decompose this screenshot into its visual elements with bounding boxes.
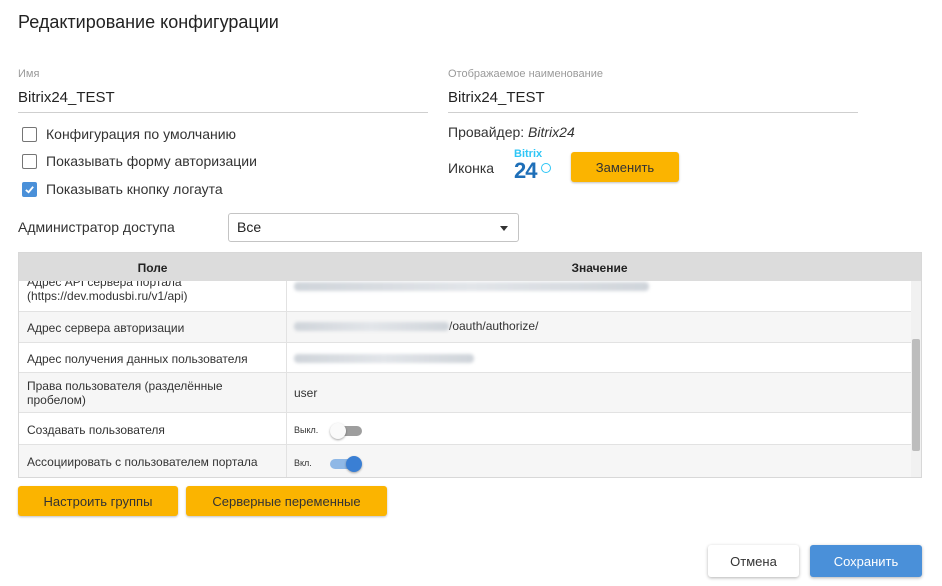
clock-icon xyxy=(541,163,551,173)
name-input[interactable]: Bitrix24_TEST xyxy=(18,89,428,113)
cell-value[interactable] xyxy=(294,351,474,365)
checkbox-show-logout-label: Показывать кнопку логаута xyxy=(46,181,223,197)
header-field[interactable]: Поле xyxy=(19,261,286,275)
table-row[interactable]: Права пользователя (разделённые пробелом… xyxy=(19,373,913,413)
toggle-state-label: Выкл. xyxy=(294,425,319,435)
associate-user-toggle[interactable] xyxy=(330,456,362,472)
logo-text-24: 24 xyxy=(514,158,538,183)
chevron-down-icon xyxy=(500,226,508,231)
name-label: Имя xyxy=(18,68,40,80)
scrollbar-thumb[interactable] xyxy=(912,339,920,451)
checkbox-default-config[interactable]: Конфигурация по умолчанию xyxy=(22,126,236,142)
checkbox-icon[interactable] xyxy=(22,153,37,169)
cell-field: Создавать пользователя xyxy=(27,423,165,437)
checkbox-show-logout[interactable]: Показывать кнопку логаута xyxy=(22,181,223,197)
table-row[interactable]: Адрес API сервера портала (https://dev.m… xyxy=(19,281,913,312)
cell-value[interactable]: user xyxy=(294,386,317,400)
table-row[interactable]: Создавать пользователя Выкл. xyxy=(19,413,913,445)
checkbox-icon[interactable] xyxy=(22,126,37,142)
cell-field: Адрес сервера авторизации xyxy=(27,321,185,335)
grid-header: Поле Значение xyxy=(19,253,921,281)
toggle-knob xyxy=(330,423,346,439)
dialog-title: Редактирование конфигурации xyxy=(18,12,279,32)
admin-select[interactable]: Все xyxy=(228,213,519,242)
toggle-knob xyxy=(346,456,362,472)
table-row[interactable]: Ассоциировать с пользователем портала Вк… xyxy=(19,445,913,477)
display-name-label: Отображаемое наименование xyxy=(448,68,603,80)
bitrix24-logo-icon: Bitrix 24 xyxy=(510,148,554,184)
header-value[interactable]: Значение xyxy=(286,261,913,275)
cell-value[interactable]: /oauth/authorize/ xyxy=(294,319,538,333)
cell-value[interactable] xyxy=(294,281,649,293)
cell-field: Адрес API сервера портала (https://dev.m… xyxy=(27,281,188,303)
settings-grid: Поле Значение Адрес API сервера портала … xyxy=(18,252,922,478)
toggle-state-label: Вкл. xyxy=(294,458,312,468)
cell-field: Ассоциировать с пользователем портала xyxy=(27,455,258,469)
table-row[interactable]: Адрес получения данных пользователя xyxy=(19,343,913,373)
cancel-button[interactable]: Отмена xyxy=(708,545,799,577)
admin-label: Администратор доступа xyxy=(18,219,175,235)
checkbox-default-config-label: Конфигурация по умолчанию xyxy=(46,126,237,142)
cell-value: Вкл. xyxy=(294,455,362,472)
checkbox-checked-icon[interactable] xyxy=(22,181,37,197)
icon-label: Иконка xyxy=(448,160,495,176)
save-button[interactable]: Сохранить xyxy=(810,545,922,577)
admin-select-value: Все xyxy=(237,219,262,235)
configure-groups-button[interactable]: Настроить группы xyxy=(18,486,178,516)
cell-value-text: /oauth/authorize/ xyxy=(449,319,539,333)
server-variables-button[interactable]: Серверные переменные xyxy=(186,486,387,516)
display-name-input[interactable]: Bitrix24_TEST xyxy=(448,89,858,113)
cell-field: Права пользователя (разделённые пробелом… xyxy=(27,379,223,407)
provider-info: Провайдер: Bitrix24 xyxy=(448,124,575,140)
provider-value: Bitrix24 xyxy=(528,124,575,140)
grid-body: Адрес API сервера портала (https://dev.m… xyxy=(19,281,913,477)
create-user-toggle[interactable] xyxy=(330,423,362,439)
checkbox-show-auth-form-label: Показывать форму авторизации xyxy=(46,153,257,169)
checkbox-show-auth-form[interactable]: Показывать форму авторизации xyxy=(22,153,257,169)
replace-icon-button[interactable]: Заменить xyxy=(571,152,679,182)
cell-value: Выкл. xyxy=(294,422,362,439)
table-row[interactable]: Адрес сервера авторизации /oauth/authori… xyxy=(19,312,913,343)
provider-label: Провайдер: xyxy=(448,124,525,140)
cell-field: Адрес получения данных пользователя xyxy=(27,352,248,366)
